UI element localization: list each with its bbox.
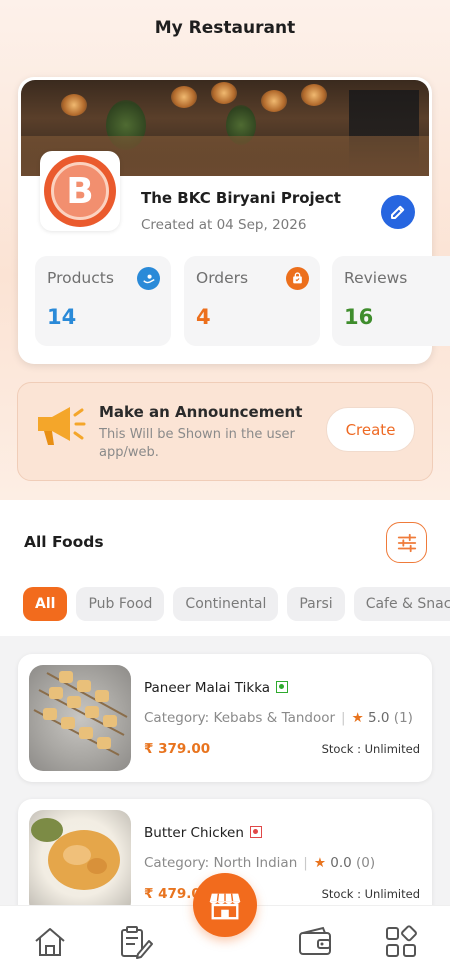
restaurant-logo: B xyxy=(40,151,120,231)
pencil-icon xyxy=(391,205,405,219)
food-item-paneer-malai-tikka[interactable]: Paneer Malai Tikka Category: Kebabs & Ta… xyxy=(18,654,432,782)
food-image xyxy=(29,810,131,916)
non-veg-indicator-icon xyxy=(249,826,262,838)
orders-bag-icon xyxy=(286,267,309,290)
home-icon[interactable] xyxy=(32,924,68,960)
food-stock: Stock : Unlimited xyxy=(321,742,420,756)
chip-all[interactable]: All xyxy=(23,587,68,621)
menu-grid-icon[interactable] xyxy=(383,924,419,960)
food-rating: 0.0 xyxy=(330,855,352,871)
chip-pub-food[interactable]: Pub Food xyxy=(76,587,165,621)
food-stock: Stock : Unlimited xyxy=(321,887,420,901)
megaphone-icon xyxy=(38,407,86,445)
filter-button[interactable] xyxy=(386,522,427,563)
veg-indicator-icon xyxy=(276,681,289,693)
star-icon: ★ xyxy=(351,710,364,726)
restaurant-created-date: Created at 04 Sep, 2026 xyxy=(141,217,307,233)
food-review-count: (0) xyxy=(356,855,376,871)
wallet-icon[interactable] xyxy=(297,924,333,960)
stat-label: Orders xyxy=(196,269,249,287)
chip-cafe-snacks[interactable]: Cafe & Snacks xyxy=(353,587,450,621)
edit-restaurant-button[interactable] xyxy=(381,195,415,229)
food-name: Butter Chicken xyxy=(144,825,262,841)
create-announcement-button[interactable]: Create xyxy=(326,407,415,452)
food-name: Paneer Malai Tikka xyxy=(144,680,289,696)
star-icon: ★ xyxy=(313,855,326,871)
food-meta: Category: North Indian | ★ 0.0 (0) xyxy=(144,855,376,871)
category-chips: AllPub FoodContinentalParsiCafe & Snacks xyxy=(23,587,450,621)
stat-orders[interactable]: Orders 4 xyxy=(184,256,320,346)
stat-label: Products xyxy=(47,269,114,287)
food-price: ₹ 379.00 xyxy=(144,741,211,757)
food-meta: Category: Kebabs & Tandoor | ★ 5.0 (1) xyxy=(144,710,413,726)
food-category: Category: Kebabs & Tandoor xyxy=(144,710,336,726)
page-title: My Restaurant xyxy=(154,18,296,38)
chip-parsi[interactable]: Parsi xyxy=(287,587,345,621)
stat-value: 4 xyxy=(196,305,211,329)
stat-label: Reviews xyxy=(344,269,408,287)
products-icon xyxy=(137,267,160,290)
food-category: Category: North Indian xyxy=(144,855,298,871)
stat-reviews[interactable]: Reviews 16 xyxy=(332,256,450,346)
chip-continental[interactable]: Continental xyxy=(173,587,279,621)
announcement-title: Make an Announcement xyxy=(99,403,303,421)
all-foods-title: All Foods xyxy=(24,533,104,551)
announcement-banner: Make an Announcement This Will be Shown … xyxy=(17,382,433,481)
restaurant-name: The BKC Biryani Project xyxy=(141,189,341,207)
sliders-icon xyxy=(397,533,416,552)
store-button[interactable] xyxy=(193,873,257,937)
stat-value: 14 xyxy=(47,305,77,329)
food-rating: 5.0 xyxy=(368,710,390,726)
food-image xyxy=(29,665,131,771)
orders-icon[interactable] xyxy=(118,924,154,960)
announcement-description: This Will be Shown in the user app/web. xyxy=(99,427,295,460)
logo-letter: B xyxy=(51,162,109,220)
food-review-count: (1) xyxy=(393,710,413,726)
stat-products[interactable]: Products 14 xyxy=(35,256,171,346)
store-icon xyxy=(209,893,241,920)
stat-value: 16 xyxy=(344,305,374,329)
